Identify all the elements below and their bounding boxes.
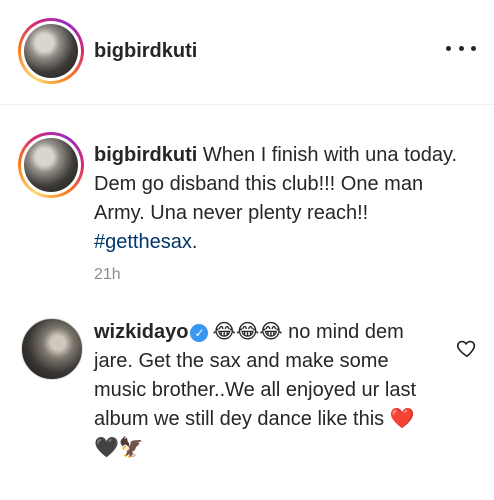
- heart-outline-icon[interactable]: [456, 337, 478, 359]
- caption-avatar-ring[interactable]: [18, 132, 84, 198]
- avatar: [24, 24, 78, 78]
- caption-username[interactable]: bigbirdkuti: [94, 144, 197, 166]
- avatar-story-ring[interactable]: [18, 18, 84, 84]
- comment-avatar[interactable]: [21, 318, 83, 380]
- post-timestamp[interactable]: 21h: [94, 266, 121, 284]
- comment-lead-emoji: 😂😂😂: [212, 321, 283, 343]
- caption-trailing: .: [191, 231, 198, 253]
- avatar: [24, 138, 78, 192]
- comment-body: wizkidayo ✓ 😂😂😂 no mind dem jare. Get the …: [94, 318, 434, 463]
- caption-body: bigbirdkuti When I finish with una today…: [94, 141, 464, 257]
- verified-badge-icon: ✓: [190, 324, 209, 342]
- more-options-icon[interactable]: [446, 43, 476, 53]
- post-header: bigbirdkuti: [0, 0, 494, 105]
- header-username[interactable]: bigbirdkuti: [94, 40, 197, 63]
- hashtag-link[interactable]: #getthesax: [94, 231, 192, 253]
- comment-username[interactable]: wizkidayo: [94, 321, 188, 343]
